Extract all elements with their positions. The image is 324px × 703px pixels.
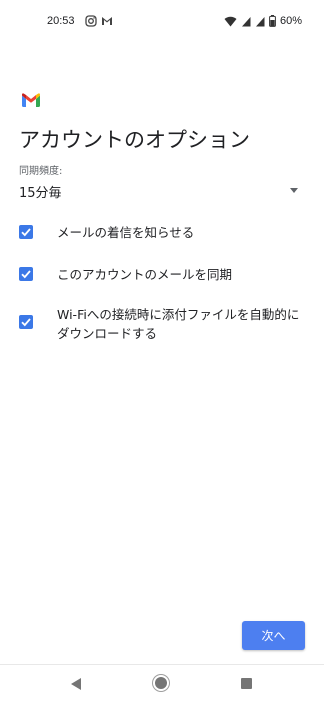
gmail-small-icon	[102, 17, 112, 25]
option-label: Wi-Fiへの接続時に添付ファイルを自動的にダウンロードする	[57, 307, 300, 341]
instagram-icon	[85, 15, 97, 27]
status-time: 20:53	[47, 15, 75, 27]
sync-frequency-value: 15分毎	[19, 186, 62, 201]
signal-icon	[241, 16, 251, 26]
sync-frequency-select[interactable]: 15分毎	[19, 178, 301, 204]
battery-percent: 60%	[279, 15, 302, 27]
page-title: アカウントのオプション	[19, 128, 250, 152]
option-label: このアカウントのメールを同期	[57, 267, 233, 282]
option-notify-new-mail[interactable]: メールの着信を知らせる	[19, 223, 309, 242]
recents-icon[interactable]	[241, 678, 252, 689]
navigation-bar	[0, 664, 324, 703]
auto-download-checkbox[interactable]	[19, 315, 33, 329]
status-bar: 20:53 60%	[0, 0, 324, 44]
option-auto-download[interactable]: Wi-Fiへの接続時に添付ファイルを自動的にダウンロードする	[19, 305, 309, 343]
option-sync-mail[interactable]: このアカウントのメールを同期	[19, 265, 309, 284]
wifi-icon	[224, 16, 237, 26]
gmail-logo	[22, 93, 40, 107]
battery-icon	[269, 15, 276, 27]
check-icon	[21, 228, 31, 237]
notify-checkbox[interactable]	[19, 225, 33, 239]
check-icon	[21, 270, 31, 279]
sync-checkbox[interactable]	[19, 267, 33, 281]
signal-icon	[255, 16, 265, 26]
back-icon[interactable]	[71, 678, 81, 690]
option-label: メールの着信を知らせる	[57, 225, 195, 240]
check-icon	[21, 318, 31, 327]
status-right: 60%	[224, 14, 302, 28]
home-icon[interactable]	[155, 677, 167, 689]
dropdown-arrow-icon	[290, 188, 298, 193]
sync-frequency-label: 同期頻度:	[19, 166, 63, 177]
next-button[interactable]: 次へ	[242, 621, 305, 650]
